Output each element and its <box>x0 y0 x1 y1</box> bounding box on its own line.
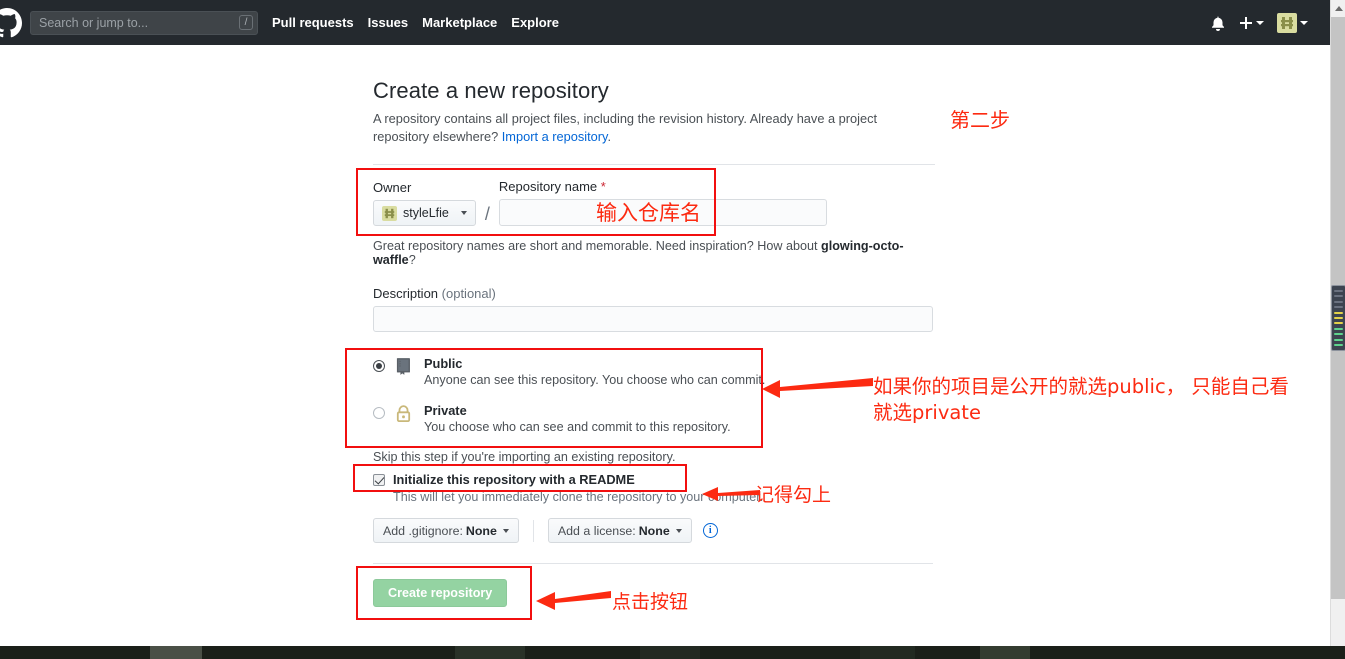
create-repository-form: Create a new repository A repository con… <box>345 78 935 620</box>
repo-book-icon <box>394 356 416 381</box>
taskbar-item[interactable] <box>860 646 915 659</box>
owner-repo-row: Owner styleLfie / Repository name * <box>356 168 935 236</box>
repository-name-input[interactable] <box>498 199 827 226</box>
chevron-down-icon <box>460 211 467 215</box>
chevron-down-icon <box>502 528 509 533</box>
page-title: Create a new repository <box>373 78 609 103</box>
create-new-menu[interactable] <box>1239 16 1264 30</box>
private-subtitle: You choose who can see and commit to thi… <box>424 420 731 434</box>
description-label-text: Description <box>373 286 439 301</box>
visibility-option-public[interactable]: Public Anyone can see this repository. Y… <box>373 356 935 389</box>
readme-section: Initialize this repository with a README… <box>353 464 935 504</box>
owner-avatar-icon <box>382 205 397 221</box>
template-pickers: Add .gitignore: None Add a license: None… <box>373 518 935 543</box>
required-marker: * <box>600 179 606 194</box>
equalizer-thumb-icon[interactable] <box>1331 285 1345 351</box>
plus-icon[interactable] <box>1239 16 1253 30</box>
scroll-up-arrow-icon[interactable] <box>1331 0 1345 17</box>
readme-subtitle: This will let you immediately clone the … <box>393 490 764 504</box>
gitignore-select-button[interactable]: Add .gitignore: None <box>373 518 519 543</box>
taskbar-item[interactable] <box>980 646 1030 659</box>
skip-step-text: Skip this step if you're importing an ex… <box>373 450 676 464</box>
search-input[interactable] <box>30 10 258 35</box>
readme-checkbox[interactable] <box>373 473 385 486</box>
bell-icon[interactable] <box>1210 15 1226 31</box>
divider <box>373 164 935 165</box>
private-radio[interactable] <box>373 407 385 419</box>
info-circle-icon[interactable]: i <box>702 523 718 538</box>
user-menu[interactable] <box>1277 12 1308 33</box>
chevron-down-icon <box>1300 20 1308 25</box>
nav-issues[interactable]: Issues <box>368 15 408 30</box>
taskbar-item[interactable] <box>150 646 202 659</box>
os-taskbar <box>0 646 1345 659</box>
owner-repo-separator: / <box>484 204 490 224</box>
lock-icon <box>394 403 416 428</box>
github-mark-icon[interactable] <box>0 6 24 40</box>
page-description-period: . <box>607 129 612 144</box>
taskbar-item[interactable] <box>640 646 700 659</box>
description-label: Description (optional) <box>373 286 935 301</box>
description-optional-text: (optional) <box>441 286 496 301</box>
visibility-option-private[interactable]: Private You choose who can see and commi… <box>373 403 935 436</box>
page-content: Create a new repository A repository con… <box>0 45 1330 659</box>
license-select-button[interactable]: Add a license: None <box>547 518 692 543</box>
repository-name-label-text: Repository name <box>498 179 598 194</box>
repository-name-hint: Great repository names are short and mem… <box>373 239 935 267</box>
visibility-section: Public Anyone can see this repository. Y… <box>345 348 935 448</box>
nav-marketplace[interactable]: Marketplace <box>422 15 497 30</box>
repository-name-label: Repository name * <box>499 179 827 194</box>
import-repository-link[interactable]: Import a repository <box>502 129 608 144</box>
search-box[interactable]: / <box>30 10 258 35</box>
divider <box>373 563 933 564</box>
taskbar-item[interactable] <box>455 646 525 659</box>
header-nav: Pull requests Issues Marketplace Explore <box>272 15 559 30</box>
owner-label: Owner <box>373 180 412 195</box>
chevron-down-icon <box>675 528 682 533</box>
gitignore-value: None <box>465 523 497 538</box>
readme-label: Initialize this repository with a README <box>393 472 635 487</box>
github-header: / Pull requests Issues Marketplace Explo… <box>0 0 1330 45</box>
owner-name: styleLfie <box>403 206 449 220</box>
browser-page: / Pull requests Issues Marketplace Explo… <box>0 0 1345 659</box>
create-repository-button[interactable]: Create repository <box>373 579 508 607</box>
repository-name-field: Repository name * <box>498 179 827 226</box>
public-title: Public <box>424 356 463 371</box>
owner-field: Owner styleLfie <box>373 180 476 226</box>
page-description-text: A repository contains all project files,… <box>373 111 878 144</box>
search-shortcut-key: / <box>239 14 253 30</box>
public-subtitle: Anyone can see this repository. You choo… <box>424 373 766 387</box>
nav-pull-requests[interactable]: Pull requests <box>272 15 354 30</box>
repository-name-hint-suffix: ? <box>408 253 416 267</box>
readme-checkbox-row[interactable]: Initialize this repository with a README <box>373 472 935 487</box>
public-radio[interactable] <box>373 360 385 372</box>
gitignore-prefix: Add .gitignore: <box>383 523 463 538</box>
license-value: None <box>638 523 670 538</box>
private-title: Private <box>424 403 467 418</box>
user-avatar-icon[interactable] <box>1277 12 1297 33</box>
nav-explore[interactable]: Explore <box>511 15 559 30</box>
header-actions <box>1210 12 1330 33</box>
submit-section: Create repository <box>356 566 935 620</box>
page-scrollbar[interactable] <box>1330 0 1345 659</box>
description-input[interactable] <box>373 306 933 332</box>
license-prefix: Add a license: <box>557 523 636 538</box>
owner-select-button[interactable]: styleLfie <box>373 200 476 226</box>
repository-name-hint-text: Great repository names are short and mem… <box>373 239 822 253</box>
page-description: A repository contains all project files,… <box>373 110 918 146</box>
divider <box>532 519 534 542</box>
chevron-down-icon <box>1256 20 1264 25</box>
